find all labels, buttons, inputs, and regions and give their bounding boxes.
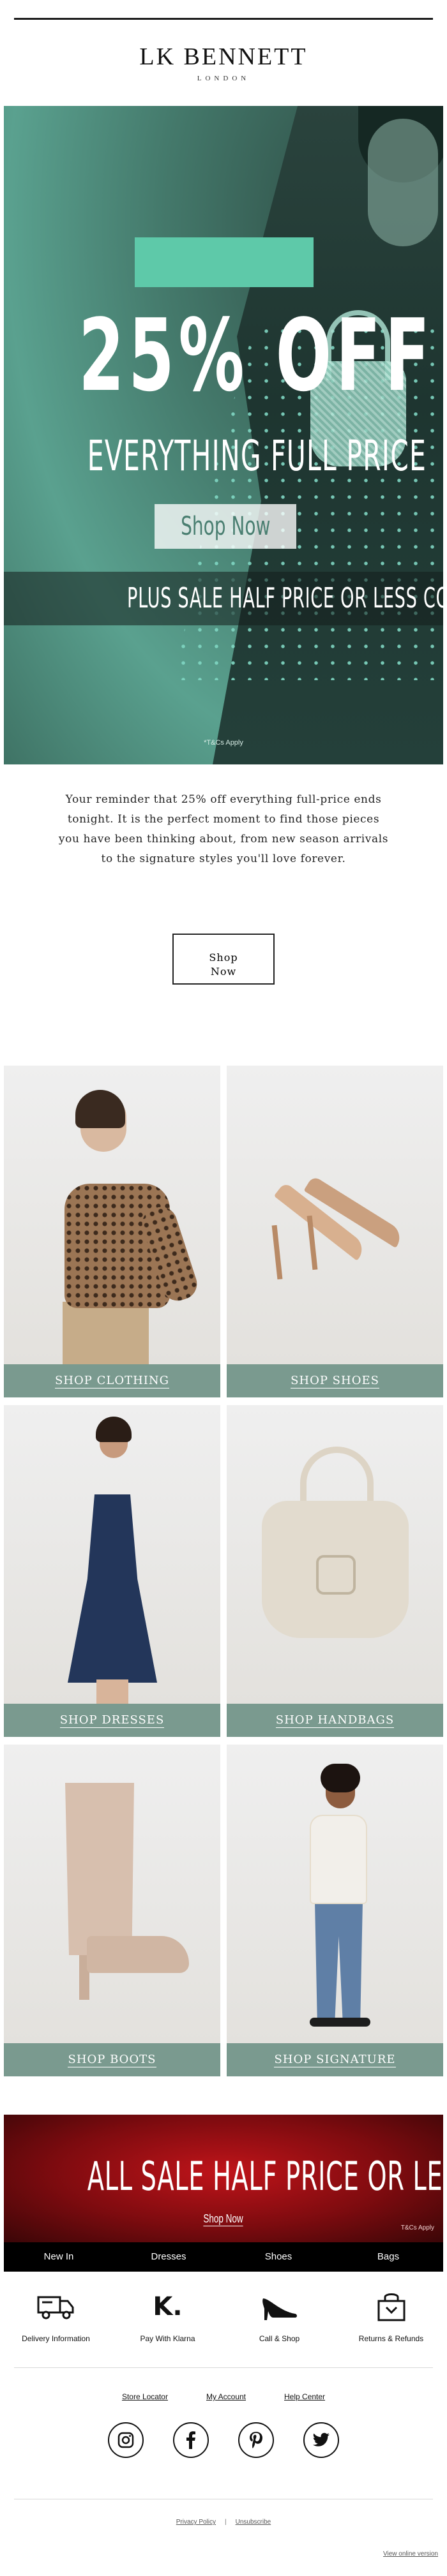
- nav-item-new-in[interactable]: New In: [4, 2242, 114, 2272]
- service-delivery[interactable]: Delivery Information: [0, 2288, 112, 2367]
- dresses-image: [4, 1405, 220, 1705]
- bag-monogram-shape: [316, 1555, 356, 1595]
- category-tile-dresses[interactable]: SHOP DRESSES: [4, 1405, 220, 1737]
- sale-banner[interactable]: ALL SALE HALF PRICE OR LESS Shop Now T&C…: [4, 2115, 443, 2242]
- unsubscribe-link[interactable]: Unsubscribe: [236, 2519, 271, 2550]
- handbags-image: [227, 1405, 443, 1704]
- intro-cta-line2: Now: [210, 965, 237, 978]
- category-label-text: SHOP SIGNATURE: [274, 2053, 396, 2067]
- category-label: SHOP CLOTHING: [4, 1364, 220, 1397]
- service-returns[interactable]: Returns & Refunds: [335, 2288, 447, 2367]
- service-label: Delivery Information: [22, 2334, 90, 2343]
- category-label: SHOP BOOTS: [4, 2043, 220, 2076]
- category-tile-signature[interactable]: SHOP SIGNATURE: [227, 1745, 443, 2076]
- hero-model-face: [368, 119, 438, 246]
- category-tile-clothing[interactable]: SHOP CLOTHING: [4, 1066, 220, 1397]
- navy-dress-shape: [68, 1494, 157, 1683]
- category-tile-handbags[interactable]: SHOP HANDBAGS: [227, 1405, 443, 1737]
- trousers-shape: [63, 1302, 149, 1366]
- category-tile-boots[interactable]: SHOP BOOTS: [4, 1745, 220, 2076]
- hero-accent-stripe: [135, 237, 314, 287]
- brand-name: LK BENNETT: [139, 43, 308, 70]
- category-label-text: SHOP SHOES: [291, 1374, 379, 1389]
- nav-item-dresses[interactable]: Dresses: [114, 2242, 224, 2272]
- help-center-link[interactable]: Help Center: [284, 2392, 325, 2422]
- legal-links: Privacy Policy | Unsubscribe: [0, 2499, 447, 2550]
- hero-subheadline: EVERYTHING FULL PRICE: [87, 431, 427, 480]
- category-label-text: SHOP BOOTS: [68, 2053, 156, 2067]
- facebook-icon[interactable]: [173, 2422, 209, 2458]
- category-label: SHOP HANDBAGS: [227, 1704, 443, 1737]
- intro-cta-line1: Shop: [209, 951, 238, 964]
- heel-shoe-icon: [224, 2288, 335, 2325]
- category-label: SHOP SHOES: [227, 1364, 443, 1397]
- brand-location: LONDON: [197, 75, 250, 82]
- shopping-bag-icon: [335, 2288, 447, 2325]
- signature-image: [227, 1745, 443, 2043]
- hero-sale-band: PLUS SALE HALF PRICE OR LESS CONTINUES: [4, 572, 443, 625]
- email-page: LK BENNETT LONDON 25% OFF EVERYTHING FUL…: [0, 18, 447, 2576]
- footer-links: Store Locator My Account Help Center: [0, 2368, 447, 2422]
- view-online: View online version: [0, 2550, 447, 2576]
- social-links: [0, 2422, 447, 2499]
- category-label: SHOP DRESSES: [4, 1704, 220, 1737]
- intro-section: Your reminder that 25% off everything fu…: [0, 764, 447, 930]
- sale-title: ALL SALE HALF PRICE OR LESS: [87, 2153, 443, 2200]
- sale-shop-now-link[interactable]: Shop Now: [4, 2212, 443, 2226]
- category-nav: New In Dresses Shoes Bags: [4, 2242, 443, 2272]
- klarna-icon: K.: [112, 2288, 224, 2325]
- nav-item-bags[interactable]: Bags: [333, 2242, 443, 2272]
- truck-icon: [0, 2288, 112, 2325]
- hero-terms: *T&Cs Apply: [204, 739, 243, 747]
- heel-shape: [271, 1225, 283, 1280]
- category-label: SHOP SIGNATURE: [227, 2043, 443, 2076]
- flats-shape: [310, 2018, 370, 2027]
- boot-shaft-shape: [65, 1783, 134, 1955]
- my-account-link[interactable]: My Account: [206, 2392, 246, 2422]
- model-hair-shape: [321, 1764, 360, 1792]
- intro-text: Your reminder that 25% off everything fu…: [58, 793, 389, 865]
- store-locator-link[interactable]: Store Locator: [122, 2392, 168, 2422]
- category-label-text: SHOP HANDBAGS: [275, 1713, 395, 1728]
- service-label: Pay With Klarna: [140, 2334, 195, 2343]
- service-call-shop[interactable]: Call & Shop: [224, 2288, 335, 2367]
- hero-band-text: PLUS SALE HALF PRICE OR LESS CONTINUES: [127, 582, 443, 614]
- category-label-text: SHOP CLOTHING: [54, 1374, 170, 1389]
- hero-banner[interactable]: 25% OFF EVERYTHING FULL PRICE Shop Now P…: [4, 106, 443, 764]
- hero-headline: 25% OFF: [78, 297, 434, 413]
- category-label-text: SHOP DRESSES: [59, 1713, 165, 1728]
- hero-shop-now-button[interactable]: Shop Now: [155, 504, 296, 549]
- sale-cta-label: Shop Now: [203, 2212, 244, 2226]
- services-bar: Delivery Information K. Pay With Klarna …: [0, 2272, 447, 2367]
- boots-image: [4, 1745, 220, 2043]
- nav-item-shoes[interactable]: Shoes: [224, 2242, 333, 2272]
- jeans-shape: [315, 1901, 363, 2019]
- instagram-icon[interactable]: [108, 2422, 144, 2458]
- shoes-image: [227, 1066, 443, 1364]
- model-hair-shape: [75, 1090, 125, 1128]
- brand-logo[interactable]: LK BENNETT LONDON: [0, 20, 447, 106]
- model-legs-shape: [96, 1679, 128, 1705]
- view-online-link[interactable]: View online version: [383, 2550, 438, 2557]
- service-label: Returns & Refunds: [358, 2334, 424, 2343]
- sale-terms: T&Cs Apply: [400, 2224, 434, 2231]
- tweed-jacket-shape: [310, 1815, 367, 1904]
- intro-shop-now-button[interactable]: Shop Now: [172, 934, 275, 985]
- category-tile-shoes[interactable]: SHOP SHOES: [227, 1066, 443, 1397]
- category-grid: SHOP CLOTHING SHOP SHOES SHOP DRESSES SH…: [4, 1066, 443, 2076]
- pinterest-icon[interactable]: [238, 2422, 274, 2458]
- boot-foot-shape: [87, 1936, 189, 1973]
- service-label: Call & Shop: [259, 2334, 300, 2343]
- legal-separator: |: [225, 2519, 227, 2526]
- klarna-glyph: K.: [153, 2292, 183, 2321]
- hero-cta-label: Shop Now: [180, 512, 271, 541]
- twitter-icon[interactable]: [303, 2422, 339, 2458]
- model-hair-shape: [96, 1417, 132, 1442]
- service-klarna[interactable]: K. Pay With Klarna: [112, 2288, 224, 2367]
- clothing-image: [4, 1066, 220, 1366]
- privacy-policy-link[interactable]: Privacy Policy: [176, 2519, 216, 2550]
